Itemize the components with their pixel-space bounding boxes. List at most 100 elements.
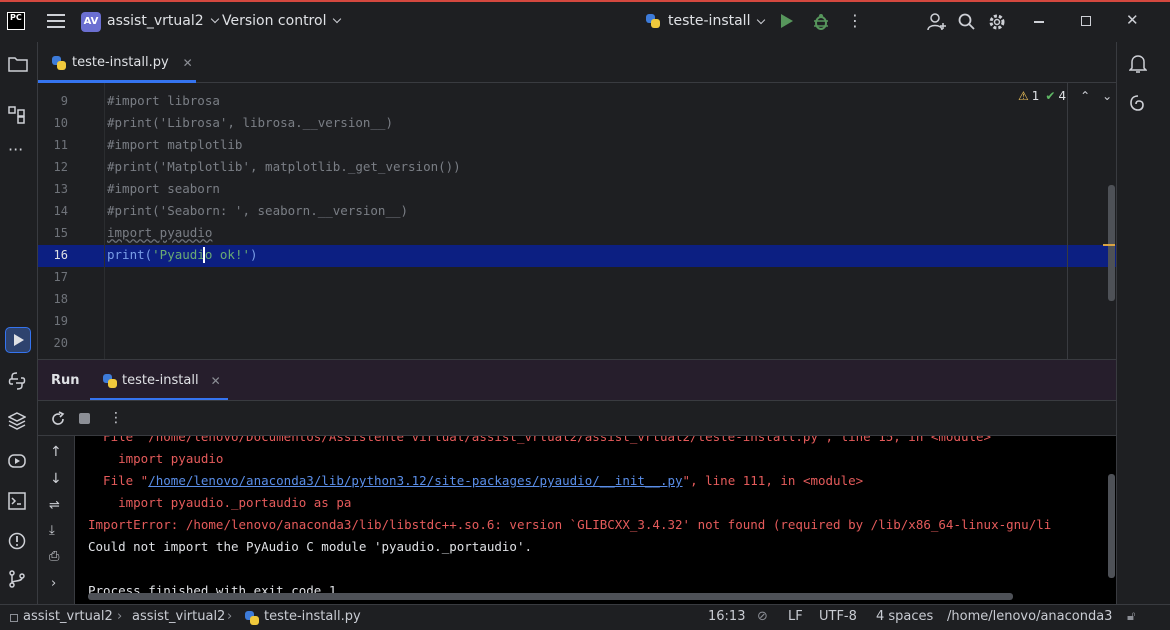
stop-icon[interactable] [79,413,90,424]
git-icon[interactable] [8,570,26,592]
console-line: import pyaudio._portaudio as pa [88,495,352,510]
structure-icon[interactable] [8,106,26,128]
code-line[interactable]: #print('Seaborn: ', seaborn.__version__) [107,203,408,218]
code-line[interactable]: #import matplotlib [107,137,242,152]
run-icon[interactable] [781,14,793,28]
run-config-selector[interactable]: teste-install [646,13,766,29]
indent-setting[interactable]: 4 spaces [876,609,933,624]
python-interpreter[interactable]: /home/lenovo/anaconda3 [947,609,1112,624]
caret-position[interactable]: 16:13 [708,609,745,624]
breadcrumb-separator-icon: › [117,609,123,624]
add-user-icon[interactable] [927,13,947,35]
console-line: File "/home/lenovo/Documentos/Assistente… [88,436,992,444]
traceback-file-link[interactable]: /home/lenovo/anaconda3/lib/python3.12/si… [148,473,682,488]
project-selector[interactable]: assist_vrtual2 [107,13,219,29]
code-line[interactable]: #print('Librosa', librosa.__version__) [107,115,393,130]
console-line: Could not import the PyAudio C module 'p… [88,539,533,554]
breadcrumb-project[interactable]: assist_vrtual2 [23,609,113,624]
close-tab-icon[interactable]: ✕ [183,56,193,70]
minimize-icon[interactable] [1034,21,1044,23]
search-icon[interactable] [958,13,976,35]
line-number: 17 [53,270,68,284]
console-side-toolbar: ↑ ↓ ⇌ ⤓ ⎙ › [38,436,75,604]
more-tools-icon[interactable]: ··· [8,140,23,159]
line-number: 11 [53,138,68,152]
debug-icon[interactable] [813,13,829,35]
console-horizontal-scrollbar[interactable] [88,593,1013,600]
error-stripe-marker[interactable] [1103,244,1115,246]
line-number: 19 [53,314,68,328]
code-editor[interactable]: 9 10 11 12 13 14 15 16 17 18 19 20 #impo… [38,83,1116,359]
line-separator[interactable]: LF [788,609,803,624]
breadcrumb-file[interactable]: teste-install.py [264,609,361,624]
tab-label: teste-install.py [72,55,169,70]
print-icon[interactable]: ⎙ [49,549,59,564]
project-name: assist_vrtual2 [107,13,204,29]
project-avatar[interactable]: AV [81,12,101,32]
gear-icon[interactable] [988,13,1006,35]
play-icon [14,334,24,346]
warning-count: 1 [1031,89,1040,103]
code-line-current[interactable]: print('Pyaudio ok!') [107,247,258,262]
services-icon[interactable] [8,452,26,474]
tab-teste-install[interactable]: teste-install.py ✕ [52,55,193,70]
line-number: 18 [53,292,68,306]
breadcrumb-separator-icon: › [227,609,233,624]
run-panel-title: Run [51,373,80,388]
prev-highlight-icon[interactable]: ⌃ [1080,89,1090,103]
close-icon[interactable]: ✕ [1126,11,1139,29]
no-sync-icon[interactable]: ⊘ [757,609,768,624]
ai-assistant-icon[interactable] [1129,94,1147,116]
terminal-icon[interactable] [8,492,26,514]
main-menu-icon[interactable] [47,14,65,28]
arrow-up-icon[interactable]: ↑ [50,444,62,460]
chevron-down-icon [210,14,219,24]
console-line: File "/home/lenovo/anaconda3/lib/python3… [88,473,864,488]
run-tab-label: teste-install [122,373,199,388]
code-line[interactable]: #import seaborn [107,181,220,196]
file-encoding[interactable]: UTF-8 [819,609,857,624]
run-tool-button[interactable] [5,327,31,353]
python-console-icon[interactable] [8,372,26,394]
text-caret [203,247,205,263]
more-actions-icon[interactable]: ⋮ [109,410,123,426]
warning-icon: ⚠ [1018,89,1029,103]
problems-icon[interactable] [8,532,26,554]
next-highlight-icon[interactable]: ⌄ [1102,89,1112,103]
close-tab-icon[interactable]: ✕ [211,374,221,388]
run-tab-teste-install[interactable]: teste-install ✕ [103,373,221,388]
python-file-icon [245,611,259,629]
title-bar: PC AV assist_vrtual2 Version control tes… [0,0,1170,42]
left-tool-strip: ··· [0,42,38,604]
run-toolbar: ⋮ [38,400,1116,436]
layers-icon[interactable] [7,412,27,434]
line-number: 14 [53,204,68,218]
line-number-current: 16 [53,248,68,262]
more-actions-icon[interactable]: ⋮ [847,11,863,30]
notifications-icon[interactable] [1128,54,1148,78]
maximize-icon[interactable] [1081,16,1091,26]
lock-icon[interactable]: 🔓︎ [1127,609,1135,624]
right-margin-guide [1067,83,1068,359]
breadcrumb-folder[interactable]: assist_virtual2 [132,609,225,624]
editor-scrollbar[interactable] [1108,185,1115,301]
inspection-widget[interactable]: ⚠ 1 ✔ 4 ⌃ ⌄ [1018,89,1112,103]
module-icon [10,614,18,622]
code-line[interactable]: import pyaudio [107,225,212,240]
soft-wrap-icon[interactable]: ⇌ [49,498,60,513]
chevron-right-icon[interactable]: › [51,576,56,591]
arrow-down-icon[interactable]: ↓ [50,471,62,487]
line-number: 15 [53,226,68,240]
vcs-menu[interactable]: Version control [222,13,342,29]
chevron-down-icon [333,14,342,24]
folder-icon[interactable] [8,56,28,76]
console-vertical-scrollbar[interactable] [1108,474,1115,578]
run-config-name: teste-install [668,13,751,29]
scroll-to-end-icon[interactable]: ⤓ [49,523,55,538]
run-console[interactable]: ↑ ↓ ⇌ ⤓ ⎙ › File "/home/lenovo/Documento… [38,436,1116,604]
python-file-icon [52,55,66,70]
code-line[interactable]: #import librosa [107,93,220,108]
check-icon: ✔ [1045,89,1056,103]
code-line[interactable]: #print('Matplotlib', matplotlib._get_ver… [107,159,461,174]
rerun-icon[interactable] [50,411,66,431]
